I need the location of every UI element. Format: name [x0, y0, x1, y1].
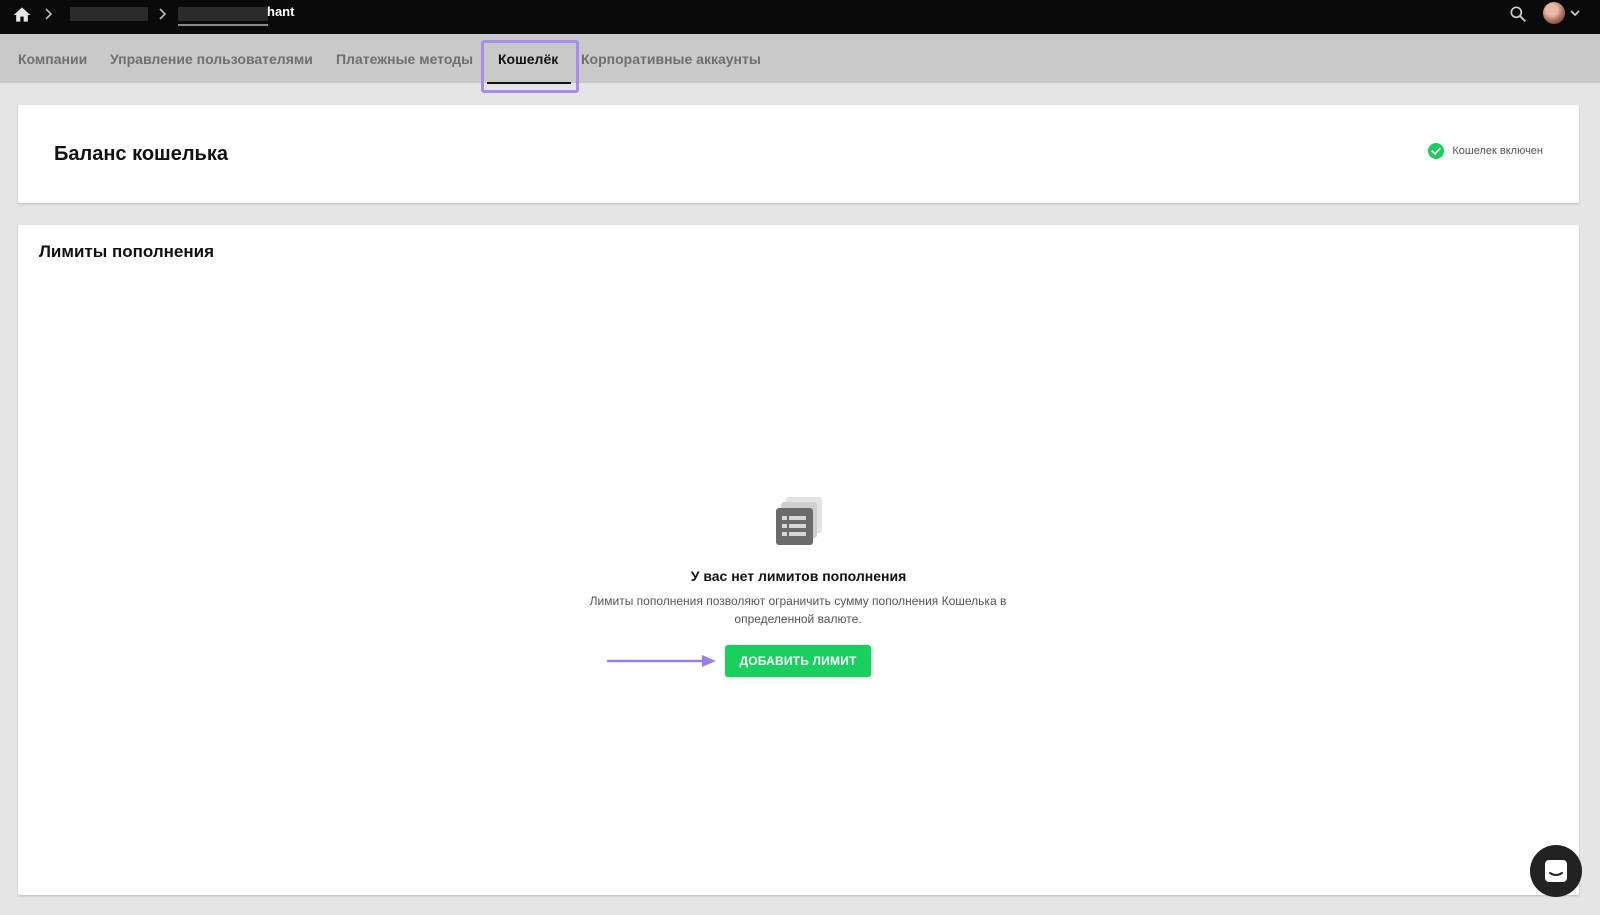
- wallet-status-text: Кошелек включен: [1452, 145, 1543, 157]
- chevron-right-icon: [159, 8, 167, 20]
- tab-companies[interactable]: Компании: [18, 51, 87, 67]
- tab-wallet[interactable]: Кошелёк: [498, 51, 558, 67]
- list-stack-icon: [776, 497, 822, 545]
- section-title: Лимиты пополнения: [39, 242, 215, 261]
- chat-launcher-button[interactable]: [1530, 845, 1582, 897]
- topup-limits-card: Лимиты пополнения У вас нет лимитов попо…: [18, 225, 1579, 895]
- tab-user-management[interactable]: Управление пользователями: [110, 51, 313, 67]
- tab-corporate-accounts[interactable]: Корпоративные аккаунты: [581, 51, 761, 67]
- home-icon[interactable]: [12, 5, 32, 25]
- avatar[interactable]: [1543, 2, 1565, 24]
- wallet-balance-card: Баланс кошелька Кошелек включен: [18, 105, 1579, 203]
- chevron-down-icon[interactable]: [1568, 6, 1582, 20]
- breadcrumb-current[interactable]: hant: [267, 4, 294, 19]
- wallet-status: Кошелек включен: [1428, 143, 1543, 159]
- active-tab-indicator: [487, 82, 571, 84]
- chat-icon: [1545, 860, 1567, 882]
- arrow-right-icon: [606, 655, 716, 667]
- search-icon[interactable]: [1508, 4, 1528, 24]
- chevron-right-icon: [45, 8, 53, 20]
- top-navigation-bar: hant: [0, 0, 1600, 34]
- tab-payment-methods[interactable]: Платежные методы: [336, 51, 473, 67]
- breadcrumb-underline: [178, 24, 268, 26]
- breadcrumb-item-redacted[interactable]: [70, 7, 148, 21]
- check-circle-icon: [1428, 143, 1445, 159]
- tab-bar: Компании Управление пользователями Плате…: [0, 34, 1600, 83]
- empty-state-title: У вас нет лимитов пополнения: [690, 568, 907, 584]
- add-limit-button[interactable]: ДОБАВИТЬ ЛИМИТ: [725, 645, 871, 677]
- empty-state-description: Лимиты пополнения позволяют ограничить с…: [589, 594, 1007, 626]
- page-title: Баланс кошелька: [54, 143, 228, 165]
- breadcrumb-item-redacted[interactable]: [178, 7, 268, 21]
